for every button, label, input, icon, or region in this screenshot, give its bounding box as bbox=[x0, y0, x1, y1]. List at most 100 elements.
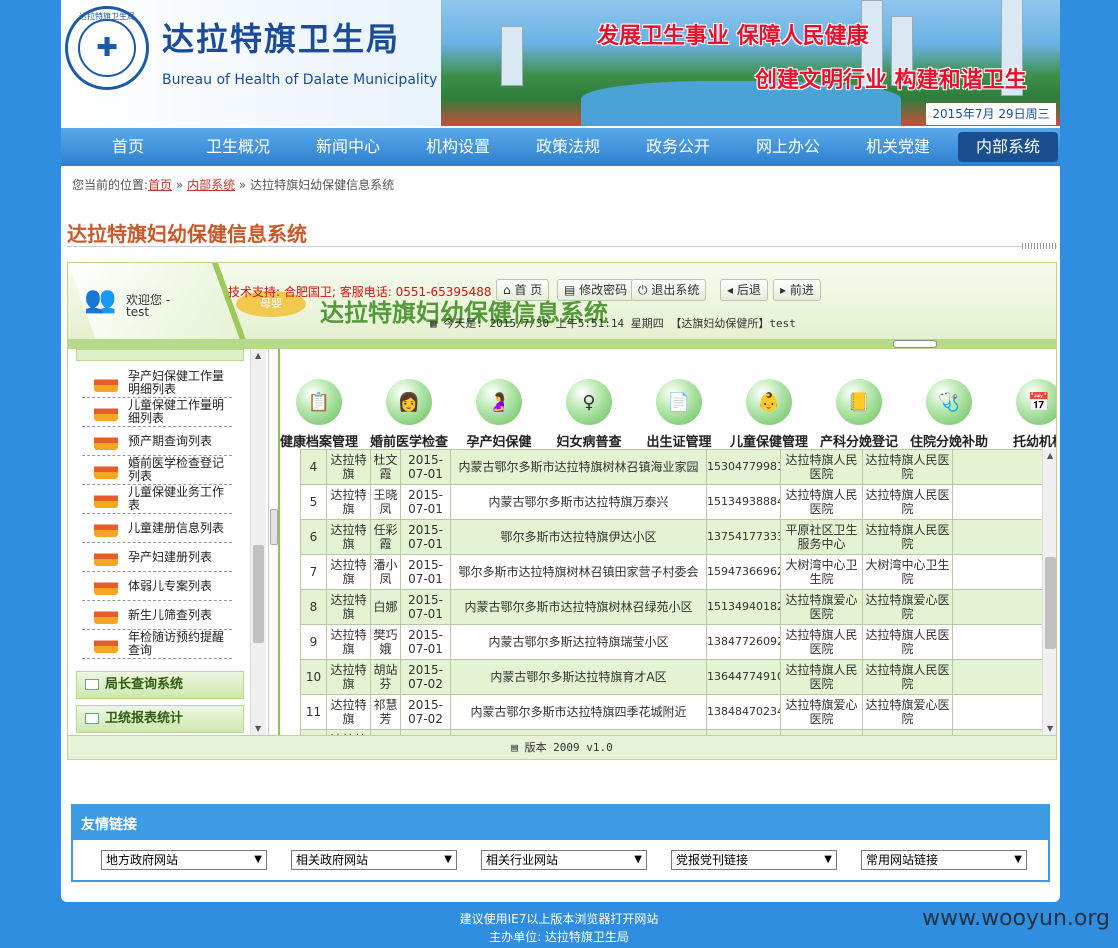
sidebar-item[interactable]: 新生儿筛查列表 bbox=[82, 601, 232, 630]
sidebar-item[interactable]: 婚前医学检查登记列表 bbox=[82, 456, 232, 485]
table-cell-empty bbox=[952, 449, 1042, 485]
table-cell: 10 bbox=[300, 659, 327, 695]
module-birth-certificate[interactable]: 📄 出生证管理 bbox=[634, 379, 724, 450]
table-row[interactable]: 10 达拉特旗 胡站芬 2015-07-02 内蒙古鄂尔多斯达拉特旗育才A区 136447… bbox=[300, 659, 1042, 695]
nav-party[interactable]: 机关党建 bbox=[843, 132, 953, 162]
breadcrumb-prefix: 您当前的位置: bbox=[72, 178, 149, 192]
module-maternal-care[interactable]: 🤰 孕产妇保健 bbox=[454, 379, 544, 450]
module-women-screening[interactable]: ♀ 妇女病普查 bbox=[544, 379, 634, 450]
module-nursery[interactable]: 📅托幼机构 bbox=[994, 379, 1056, 450]
nav-online-office[interactable]: 网上办公 bbox=[733, 132, 843, 162]
back-button[interactable]: ◂ 后退 bbox=[720, 279, 768, 301]
table-cell: 11 bbox=[300, 694, 327, 730]
sidebar-scroll-thumb[interactable] bbox=[253, 545, 264, 643]
breadcrumb-sep: » bbox=[175, 178, 184, 192]
report-icon bbox=[94, 577, 118, 595]
table-cell-empty bbox=[952, 659, 1042, 695]
sidebar-item[interactable]: 孕产妇建册列表 bbox=[82, 543, 232, 572]
table-cell-empty bbox=[952, 484, 1042, 520]
calendar-icon: ▦ bbox=[430, 317, 437, 330]
table-row[interactable]: 11 达拉特旗 祁慧芳 2015-07-02 内蒙古鄂尔多斯市达拉特旗四季花城附近 138… bbox=[300, 694, 1042, 730]
table-scroll-thumb[interactable] bbox=[1045, 557, 1056, 649]
nav-home[interactable]: 首页 bbox=[73, 132, 183, 162]
sidebar-item[interactable]: 预产期查询列表 bbox=[82, 427, 232, 456]
embedded-app-frame: 👥 欢迎您 - test 母婴 达拉特旗妇幼保健信息系统 技术支持: 合肥国卫;… bbox=[67, 262, 1057, 760]
module-hospital-subsidy[interactable]: 🩺 住院分娩补助 bbox=[904, 379, 994, 450]
table-row[interactable]: 8 达拉特旗 白娜 2015-07-01 内蒙古鄂尔多斯市达拉特旗树林召绿苑小区 1513… bbox=[300, 589, 1042, 625]
common-sites-select[interactable]: 常用网站链接 ▼ bbox=[861, 850, 1027, 870]
woman-icon: ♀ bbox=[566, 379, 612, 425]
table-row[interactable]: 6 达拉特旗 任彩霞 2015-07-01 鄂尔多斯市达拉特旗伊达小区 137541773… bbox=[300, 519, 1042, 555]
date-display: 2015年7月 29日周三 bbox=[926, 103, 1056, 125]
logout-button[interactable]: ⏻ 退出系统 bbox=[631, 279, 707, 301]
module-health-records[interactable]: 📋 健康档案管理 bbox=[280, 379, 364, 450]
related-gov-select[interactable]: 相关政府网站 ▼ bbox=[291, 850, 457, 870]
sidebar-scrollbar[interactable]: ▲ ▼ bbox=[250, 349, 266, 735]
pregnant-icon: 🤰 bbox=[476, 379, 522, 425]
sidebar-group-director-query[interactable]: 局长查询系统 bbox=[76, 671, 244, 699]
nav-policy[interactable]: 政策法规 bbox=[513, 132, 623, 162]
table-cell: 13848470234 bbox=[706, 694, 781, 730]
arrow-left-icon: ◂ bbox=[727, 283, 734, 297]
table-cell: 15134940182 bbox=[706, 589, 781, 625]
module-child-care[interactable]: 👶 儿童保健管理 bbox=[724, 379, 814, 450]
breadcrumb-section-link[interactable]: 内部系统 bbox=[187, 178, 235, 192]
table-cell: 平原社区卫生服务中心 bbox=[780, 519, 863, 555]
forward-button[interactable]: ▸ 前进 bbox=[773, 279, 821, 301]
friend-links-title: 友情链接 bbox=[81, 817, 137, 833]
breadcrumb-current: 达拉特旗妇幼保健信息系统 bbox=[250, 178, 395, 192]
local-gov-select[interactable]: 地方政府网站 ▼ bbox=[101, 850, 267, 870]
nav-overview[interactable]: 卫生概况 bbox=[183, 132, 293, 162]
scroll-down-icon[interactable]: ▼ bbox=[255, 724, 261, 733]
scroll-up-icon[interactable]: ▲ bbox=[1047, 451, 1053, 460]
users-icon: 👥 bbox=[84, 285, 117, 315]
slogan-1: 发展卫生事业 保障人民健康 bbox=[597, 23, 869, 49]
table-cell: 8 bbox=[300, 589, 327, 625]
table-cell: 达拉特旗爱心医院 bbox=[862, 589, 953, 625]
sidebar-item[interactable]: 孕产妇保健工作量明细列表 bbox=[82, 369, 232, 398]
sidebar-item[interactable]: 儿童保健工作量明细列表 bbox=[82, 398, 232, 427]
table-row[interactable]: 9 达拉特旗 樊巧娥 2015-07-01 内蒙古鄂尔多斯达拉特旗瑞莹小区 1384772… bbox=[300, 624, 1042, 660]
sidebar-item[interactable]: 体弱儿专案列表 bbox=[82, 572, 232, 601]
party-press-select[interactable]: 党报党刊链接 ▼ bbox=[671, 850, 837, 870]
change-password-button[interactable]: ▤ 修改密码 bbox=[557, 279, 635, 301]
home-button[interactable]: ⌂ 首 页 bbox=[496, 279, 550, 301]
sidebar-group-stats-report[interactable]: 卫统报表统计 bbox=[76, 705, 244, 733]
module-delivery-registration[interactable]: 📒 产科分娩登记 bbox=[814, 379, 904, 450]
table-cell: 鄂尔多斯市达拉特旗树林召镇田家营子村委会 bbox=[450, 554, 707, 590]
table-row[interactable]: 7 达拉特旗 潘小凤 2015-07-01 鄂尔多斯市达拉特旗树林召镇田家营子村委会 15… bbox=[300, 554, 1042, 590]
related-industry-select[interactable]: 相关行业网站 ▼ bbox=[481, 850, 647, 870]
breadcrumb-home-link[interactable]: 首页 bbox=[148, 178, 172, 192]
table-row[interactable]: 5 达拉特旗 王晓凤 2015-07-01 内蒙古鄂尔多斯市达拉特旗万泰兴 1513493… bbox=[300, 484, 1042, 520]
register-icon: 📒 bbox=[836, 379, 882, 425]
table-cell: 达拉特旗 bbox=[326, 694, 371, 730]
table-cell: 13754177333 bbox=[706, 519, 781, 555]
table-cell: 杜文霞 bbox=[370, 449, 401, 485]
sidebar-list: 孕产妇保健工作量明细列表 儿童保健工作量明细列表 预产期查询列表 婚前医学检查登… bbox=[82, 369, 232, 659]
collapse-header-button[interactable] bbox=[893, 340, 937, 348]
panel-splitter[interactable] bbox=[268, 349, 278, 735]
table-cell: 达拉特旗人民医院 bbox=[862, 449, 953, 485]
bureau-logo[interactable]: 达拉特旗卫生局 ✚ bbox=[65, 6, 149, 90]
nav-news[interactable]: 新闻中心 bbox=[293, 132, 403, 162]
table-cell: 2015-07-02 bbox=[400, 694, 451, 730]
nav-organization[interactable]: 机构设置 bbox=[403, 132, 513, 162]
site-subtitle: Bureau of Health of Dalate Municipality bbox=[162, 72, 438, 88]
friend-links-panel: 友情链接 地方政府网站 ▼ 相关政府网站 ▼ 相关行业网站 ▼ 党报党刊链接 ▼ 常用网… bbox=[71, 804, 1050, 882]
splitter-handle[interactable] bbox=[270, 509, 278, 545]
nav-internal-system[interactable]: 内部系统 bbox=[958, 132, 1058, 162]
table-cell: 13644774910 bbox=[706, 659, 781, 695]
nav-public-affairs[interactable]: 政务公开 bbox=[623, 132, 733, 162]
table-cell: 内蒙古鄂尔多斯达拉特旗育才A区 bbox=[450, 659, 707, 695]
module-premarital-exam[interactable]: 👩 婚前医学检查 bbox=[364, 379, 454, 450]
table-scrollbar[interactable]: ▲ ▼ bbox=[1042, 449, 1056, 735]
report-icon bbox=[94, 374, 118, 392]
scroll-down-icon[interactable]: ▼ bbox=[1047, 724, 1053, 733]
sidebar-item[interactable]: 年检随访预约提醒查询 bbox=[82, 630, 232, 659]
table-cell: 2015-07-01 bbox=[400, 624, 451, 660]
table-row[interactable]: 4 达拉特旗 杜文霞 2015-07-01 内蒙古鄂尔多斯市达拉特旗树林召镇海业家园 15… bbox=[300, 449, 1042, 485]
sidebar-item[interactable]: 儿童建册信息列表 bbox=[82, 514, 232, 543]
page-container: 达拉特旗卫生局 ✚ 达拉特旗卫生局 Bureau of Health of Da… bbox=[61, 0, 1060, 902]
sidebar-item[interactable]: 儿童保健业务工作表 bbox=[82, 485, 232, 514]
scroll-up-icon[interactable]: ▲ bbox=[255, 351, 261, 360]
